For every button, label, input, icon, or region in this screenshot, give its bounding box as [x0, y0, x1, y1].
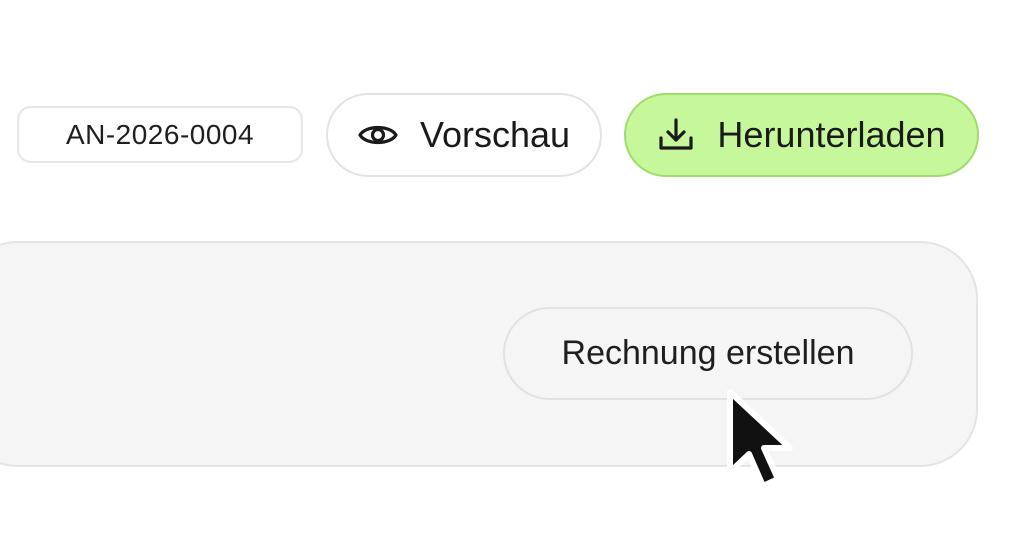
document-number-badge: AN-2026-0004 — [17, 106, 303, 163]
document-toolbar: AN-2026-0004 Vorschau Herunterladen — [0, 0, 1024, 220]
eye-icon — [358, 120, 398, 150]
preview-button-label: Vorschau — [419, 114, 571, 155]
page: AN-2026-0004 Vorschau Herunterladen Rech… — [0, 0, 1024, 537]
download-icon — [657, 116, 695, 154]
download-button[interactable]: Herunterladen — [624, 93, 979, 177]
create-invoice-button[interactable]: Rechnung erstellen — [503, 307, 913, 400]
download-button-label: Herunterladen — [717, 114, 946, 155]
preview-button[interactable]: Vorschau — [326, 93, 602, 177]
